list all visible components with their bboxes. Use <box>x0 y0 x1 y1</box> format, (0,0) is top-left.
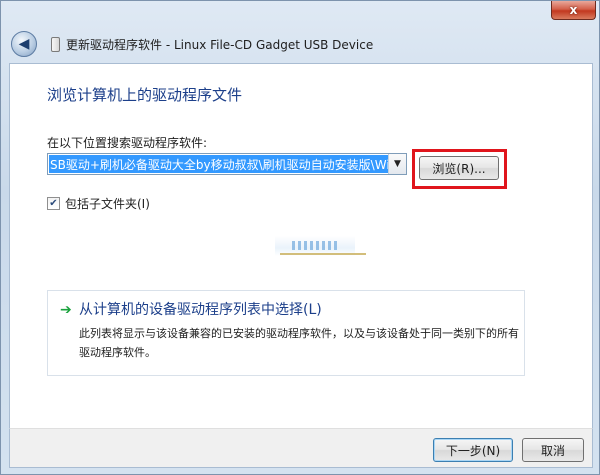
close-button[interactable]: x <box>551 1 596 20</box>
search-path-input[interactable]: SB驱动+刷机必备驱动大全by移动叔叔\刷机驱动自动安装版\Win7 <box>49 155 388 173</box>
window-title: 更新驱动程序软件 - Linux File-CD Gadget USB Devi… <box>66 37 374 52</box>
include-subfolders-row[interactable]: ✔ 包括子文件夹(I) <box>47 195 150 212</box>
next-button[interactable]: 下一步(N) <box>433 438 513 462</box>
pick-from-list-description: 此列表将显示与该设备兼容的已安装的驱动程序软件，以及与该设备处于同一类别下的所有… <box>79 327 519 359</box>
cancel-button[interactable]: 取消 <box>522 438 584 462</box>
include-subfolders-label[interactable]: 包括子文件夹(I) <box>65 195 150 212</box>
checkmark-icon: ✔ <box>49 197 58 209</box>
search-path-combobox[interactable]: SB驱动+刷机必备驱动大全by移动叔叔\刷机驱动自动安装版\Win7 ▼ <box>47 153 407 175</box>
include-subfolders-checkbox[interactable]: ✔ <box>47 197 60 210</box>
page-heading: 浏览计算机上的驱动程序文件 <box>47 86 243 104</box>
browse-button[interactable]: 浏览(R)... <box>419 156 499 180</box>
dropdown-arrow-icon[interactable]: ▼ <box>388 154 406 174</box>
usb-device-icon <box>51 36 60 52</box>
back-button[interactable]: ◀ <box>11 31 37 57</box>
watermark-underline <box>280 253 366 255</box>
wizard-header: ◀ 更新驱动程序软件 - Linux File-CD Gadget USB De… <box>9 27 593 61</box>
close-icon: x <box>569 3 578 17</box>
content-panel: 浏览计算机上的驱动程序文件 在以下位置搜索驱动程序软件: SB驱动+刷机必备驱动… <box>9 63 593 428</box>
title-bar: x <box>1 1 600 25</box>
pick-from-list-option[interactable]: ➔ 从计算机的设备驱动程序列表中选择(L) 此列表将显示与该设备兼容的已安装的驱… <box>47 290 525 376</box>
green-arrow-icon: ➔ <box>60 302 72 318</box>
back-arrow-icon: ◀ <box>18 36 30 52</box>
pick-from-list-title[interactable]: 从计算机的设备驱动程序列表中选择(L) <box>79 299 322 319</box>
search-location-label: 在以下位置搜索驱动程序软件: <box>47 136 208 150</box>
window: x ◀ 更新驱动程序软件 - Linux File-CD Gadget USB … <box>0 0 600 475</box>
button-bar: 下一步(N) 取消 <box>9 428 593 468</box>
watermark-mark <box>292 241 338 250</box>
